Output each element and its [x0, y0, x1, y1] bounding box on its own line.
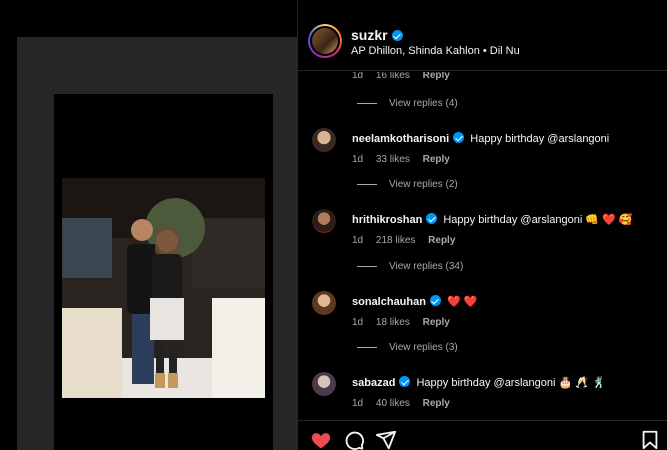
comment-icon[interactable]	[343, 429, 365, 450]
heart-filled-icon[interactable]	[310, 429, 332, 450]
bookmark-icon[interactable]	[639, 429, 661, 450]
replies-divider	[357, 347, 377, 348]
commenter-avatar[interactable]	[312, 291, 336, 315]
comment-body: Happy birthday @arslangoni	[470, 133, 610, 145]
comment-body: Happy birthday @arslangoni 👊 ❤️ 🥰	[443, 214, 633, 226]
post-header: suzkr AP Dhillon, Shinda Kahlon • Dil Nu	[298, 0, 667, 71]
comment-time: 1d	[352, 72, 364, 81]
replies-divider	[357, 103, 377, 104]
share-icon[interactable]	[375, 429, 397, 450]
commenter-avatar[interactable]	[312, 209, 336, 233]
photo-illustration	[62, 178, 265, 398]
comment-text: neelamkotharisoni Happy birthday @arslan…	[352, 132, 609, 145]
comment-likes[interactable]: 33 likes	[376, 154, 410, 165]
verified-badge-icon	[426, 213, 438, 224]
comment-body: ❤️ ❤️	[447, 296, 478, 308]
comment-body: Happy birthday @arslangoni 🎂 🥂 🕺	[416, 377, 606, 389]
comment-meta: 1d 18 likes Reply	[352, 317, 460, 328]
reply-button[interactable]: Reply	[423, 398, 450, 409]
reply-button[interactable]: Reply	[423, 317, 450, 328]
replies-divider	[357, 266, 377, 267]
reply-button[interactable]: Reply	[423, 154, 450, 165]
comment-meta: 1d 218 likes Reply	[352, 235, 465, 246]
comment-item: sonalchauhan ❤️ ❤️ 1d 18 likes Reply	[298, 291, 667, 331]
commenter-username[interactable]: neelamkotharisoni	[352, 133, 449, 145]
view-replies-button[interactable]: View replies (4)	[357, 98, 458, 109]
comments-list[interactable]: 1d 16 likes Reply View replies (4) neela…	[298, 72, 667, 420]
comment-meta: 1d 16 likes Reply	[352, 72, 460, 81]
reply-button[interactable]: Reply	[423, 72, 450, 81]
comment-text: sabazad Happy birthday @arslangoni 🎂 🥂 🕺	[352, 376, 606, 389]
commenter-avatar[interactable]	[312, 372, 336, 396]
action-bar	[298, 420, 667, 450]
reply-button[interactable]: Reply	[428, 235, 455, 246]
view-replies-button[interactable]: View replies (3)	[357, 342, 458, 353]
view-replies-label[interactable]: View replies (4)	[389, 98, 458, 109]
comment-likes[interactable]: 16 likes	[376, 72, 410, 81]
replies-divider	[357, 184, 377, 185]
author-avatar[interactable]	[308, 24, 342, 58]
comment-text: hrithikroshan Happy birthday @arslangoni…	[352, 213, 633, 226]
comment-meta: 1d 40 likes Reply	[352, 398, 460, 409]
comment-meta: 1d 33 likes Reply	[352, 154, 460, 165]
comment-time: 1d	[352, 154, 364, 165]
commenter-username[interactable]: sonalchauhan	[352, 296, 426, 308]
comment-likes[interactable]: 18 likes	[376, 317, 410, 328]
view-replies-button[interactable]: View replies (2)	[357, 179, 458, 190]
author-username[interactable]: suzkr	[351, 27, 403, 43]
commenter-username[interactable]: sabazad	[352, 377, 395, 389]
comment-item: sabazad Happy birthday @arslangoni 🎂 🥂 🕺…	[298, 372, 667, 412]
verified-badge-icon	[429, 295, 441, 306]
commenter-avatar[interactable]	[312, 128, 336, 152]
view-replies-label[interactable]: View replies (3)	[389, 342, 458, 353]
post-photo[interactable]	[62, 178, 265, 398]
comments-panel: suzkr AP Dhillon, Shinda Kahlon • Dil Nu…	[297, 0, 667, 450]
comment-likes[interactable]: 218 likes	[376, 235, 415, 246]
comment-item: hrithikroshan Happy birthday @arslangoni…	[298, 209, 667, 249]
author-username-text[interactable]: suzkr	[351, 27, 388, 43]
view-replies-button[interactable]: View replies (34)	[357, 261, 463, 272]
comment-text: sonalchauhan ❤️ ❤️	[352, 295, 477, 308]
comment-item: neelamkotharisoni Happy birthday @arslan…	[298, 128, 667, 168]
comment-time: 1d	[352, 235, 364, 246]
comment-time: 1d	[352, 317, 364, 328]
comment-time: 1d	[352, 398, 364, 409]
commenter-username[interactable]: hrithikroshan	[352, 214, 422, 226]
audio-attribution[interactable]: AP Dhillon, Shinda Kahlon • Dil Nu	[351, 45, 520, 57]
verified-badge-icon	[453, 132, 465, 143]
view-replies-label[interactable]: View replies (2)	[389, 179, 458, 190]
comment-likes[interactable]: 40 likes	[376, 398, 410, 409]
verified-badge-icon	[391, 30, 403, 41]
verified-badge-icon	[399, 376, 411, 387]
view-replies-label[interactable]: View replies (34)	[389, 261, 463, 272]
media-panel	[0, 0, 297, 450]
